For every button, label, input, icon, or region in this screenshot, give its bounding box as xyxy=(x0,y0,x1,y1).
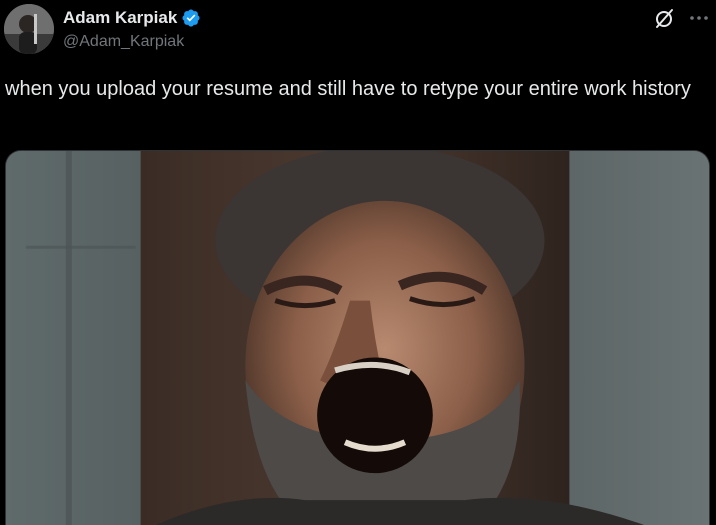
author-display-name[interactable]: Adam Karpiak xyxy=(63,8,177,28)
tweet-media-image[interactable] xyxy=(5,150,710,525)
more-options-icon[interactable] xyxy=(687,6,711,30)
verified-badge-icon[interactable] xyxy=(181,8,201,28)
author-name-row: Adam Karpiak xyxy=(63,7,201,29)
avatar-image xyxy=(4,4,54,54)
avatar[interactable] xyxy=(4,4,54,54)
screaming-man-image xyxy=(6,151,709,525)
author-handle[interactable]: @Adam_Karpiak xyxy=(63,33,184,51)
tweet-text: when you upload your resume and still ha… xyxy=(5,78,691,100)
grok-icon[interactable] xyxy=(652,7,676,31)
